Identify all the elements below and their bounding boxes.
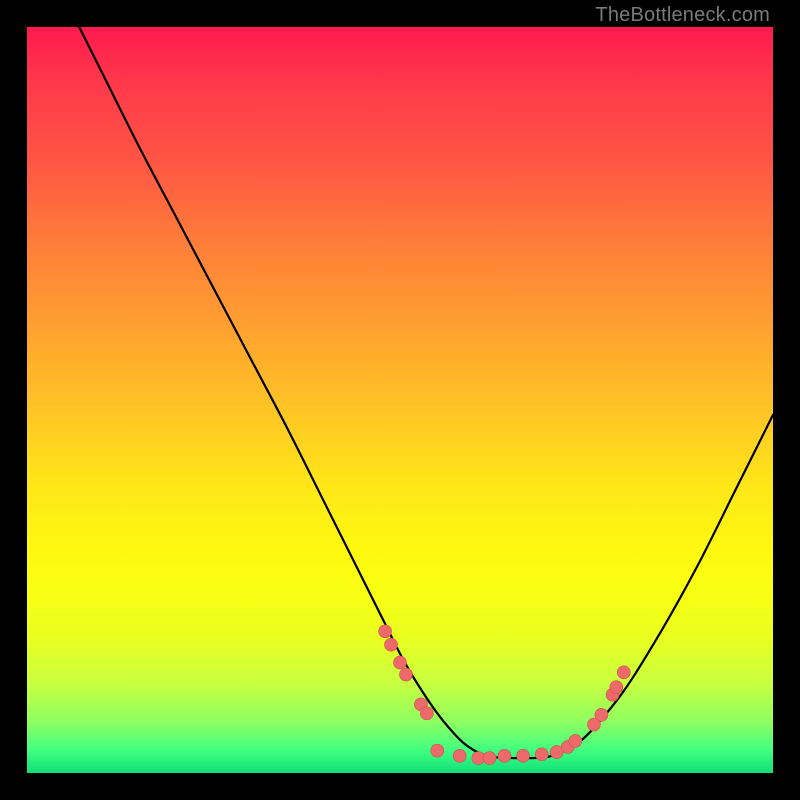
attribution-label: TheBottleneck.com <box>595 4 770 27</box>
plot-gradient-area <box>27 27 773 773</box>
chart-container: TheBottleneck.com <box>0 0 800 800</box>
